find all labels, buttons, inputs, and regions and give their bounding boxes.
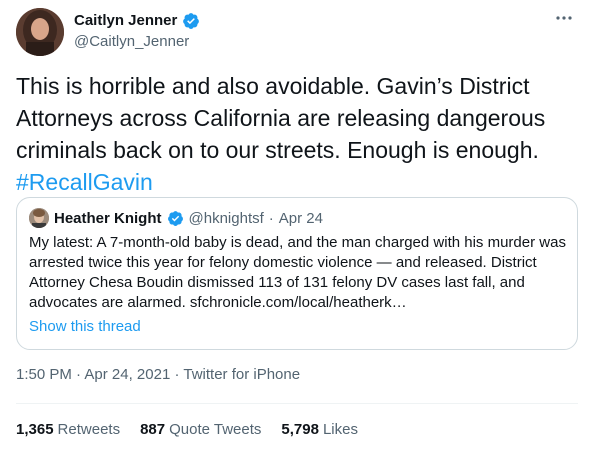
quoted-author-handle[interactable]: @hknightsf xyxy=(189,210,264,227)
divider xyxy=(16,403,578,404)
quoted-author-name[interactable]: Heather Knight xyxy=(54,210,162,227)
author-handle[interactable]: @Caitlyn_Jenner xyxy=(74,32,200,52)
meta-separator: · xyxy=(170,366,184,383)
show-thread-link[interactable]: Show this thread xyxy=(29,318,141,335)
hashtag-link[interactable]: #RecallGavin xyxy=(16,169,153,195)
retweets-count: 1,365 xyxy=(16,421,54,438)
quote-tweets-count: 887 xyxy=(140,421,166,438)
author-info: Caitlyn Jenner @Caitlyn_Jenner xyxy=(74,11,200,52)
quoted-verified-badge-icon xyxy=(167,210,183,226)
quoted-tweet-text: My latest: A 7-month-old baby is dead, a… xyxy=(29,234,566,311)
tweet-date[interactable]: Apr 24, 2021 xyxy=(84,366,170,383)
likes-stat[interactable]: 5,798 Likes xyxy=(281,421,358,438)
quoted-tweet[interactable]: Heather Knight @hknightsf · Apr 24 My la… xyxy=(16,197,578,350)
verified-badge-icon xyxy=(183,13,200,29)
likes-count: 5,798 xyxy=(281,421,319,438)
quoted-author-avatar[interactable] xyxy=(29,208,49,228)
tweet: Caitlyn Jenner @Caitlyn_Jenner This is h… xyxy=(0,0,594,453)
retweets-stat[interactable]: 1,365 Retweets xyxy=(16,421,120,438)
engagement-stats: 1,365 Retweets 887 Quote Tweets 5,798 Li… xyxy=(16,421,358,438)
tweet-body: This is horrible and also avoidable. Gav… xyxy=(16,73,546,163)
tweet-source[interactable]: Twitter for iPhone xyxy=(183,366,300,383)
more-options-icon[interactable] xyxy=(554,12,574,24)
quote-tweets-label: Quote Tweets xyxy=(169,421,262,438)
meta-separator: · xyxy=(71,366,85,383)
quote-tweets-stat[interactable]: 887 Quote Tweets xyxy=(140,421,261,438)
tweet-header: Caitlyn Jenner @Caitlyn_Jenner xyxy=(16,8,578,60)
quoted-date[interactable]: Apr 24 xyxy=(279,210,323,227)
quoted-separator: · xyxy=(268,209,274,227)
author-name[interactable]: Caitlyn Jenner xyxy=(74,11,177,31)
tweet-text: This is horrible and also avoidable. Gav… xyxy=(16,70,576,198)
quoted-tweet-header: Heather Knight @hknightsf · Apr 24 xyxy=(29,208,323,228)
retweets-label: Retweets xyxy=(57,421,121,438)
likes-label: Likes xyxy=(322,421,358,438)
tweet-time[interactable]: 1:50 PM xyxy=(16,366,72,383)
tweet-metadata: 1:50 PM · Apr 24, 2021 · Twitter for iPh… xyxy=(16,366,300,383)
author-avatar[interactable] xyxy=(16,8,64,56)
